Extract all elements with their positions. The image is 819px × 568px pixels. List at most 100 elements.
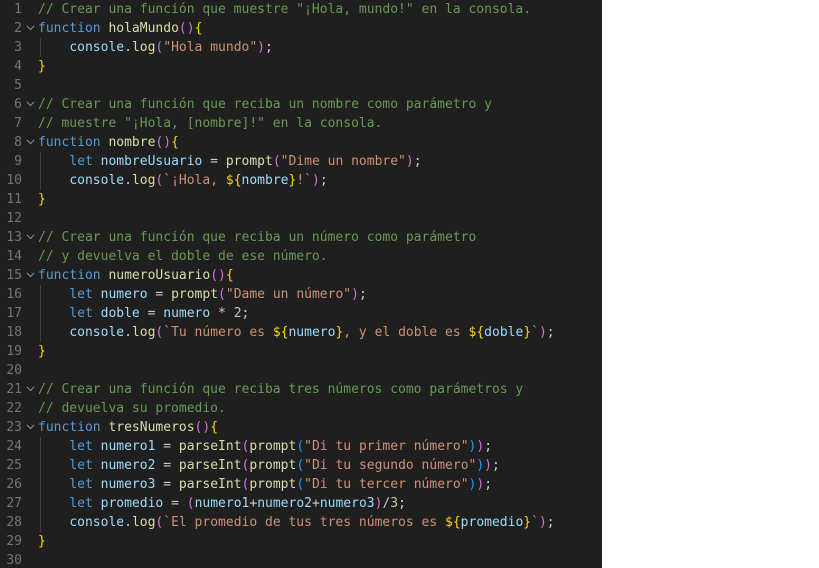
code-line[interactable]: 21 // Crear una función que reciba tres n… (0, 380, 602, 399)
code-line[interactable]: 25 let numero2 = parseInt(prompt("Di tu … (0, 456, 602, 475)
code-token: promedio (460, 515, 524, 530)
line-content[interactable]: } (38, 532, 46, 551)
code-token: numero (100, 287, 148, 302)
line-content[interactable]: } (38, 190, 46, 209)
line-content[interactable]: console.log("Hola mundo"); (38, 38, 273, 57)
code-line[interactable]: 16 let numero = prompt("Dame un número")… (0, 285, 602, 304)
code-line[interactable]: 10 console.log(`¡Hola, ${nombre}!`); (0, 171, 602, 190)
code-token: . (124, 173, 132, 188)
line-content[interactable]: console.log(`El promedio de tus tres núm… (38, 513, 554, 532)
code-line[interactable]: 1 // Crear una función que muestre "¡Hola… (0, 0, 602, 19)
line-content[interactable]: let numero = prompt("Dame un número"); (38, 285, 366, 304)
code-line[interactable]: 5 (0, 76, 602, 95)
chevron-down-icon[interactable] (24, 266, 36, 285)
code-token: } (38, 59, 46, 74)
line-content[interactable]: // Crear una función que reciba un númer… (38, 228, 476, 247)
code-line[interactable]: 8 function nombre(){ (0, 133, 602, 152)
code-line[interactable]: 17 let doble = numero * 2; (0, 304, 602, 323)
code-token: doble (484, 325, 524, 340)
line-content[interactable]: // Crear una función que reciba tres núm… (38, 380, 523, 399)
code-token: ; (484, 439, 493, 454)
code-line[interactable]: 7 // muestre "¡Hola, [nombre]!" en la con… (0, 114, 602, 133)
code-line[interactable]: 22 // devuelva su promedio. (0, 399, 602, 418)
code-editor-pane[interactable]: 1 // Crear una función que muestre "¡Hola… (0, 0, 602, 568)
line-content[interactable]: let doble = numero * 2; (38, 304, 249, 323)
code-token: prompt (171, 287, 219, 302)
code-line[interactable]: 14 // y devuelva el doble de ese número. (0, 247, 602, 266)
code-token: `¡Hola, (163, 173, 226, 188)
line-content[interactable]: let numero3 = parseInt(prompt("Di tu ter… (38, 475, 492, 494)
code-line[interactable]: 11} (0, 190, 602, 209)
code-token: { (194, 21, 203, 36)
line-content[interactable]: // Crear una función que muestre "¡Hola,… (38, 0, 531, 19)
code-token: ; (265, 40, 273, 55)
chevron-down-icon[interactable] (24, 380, 36, 399)
chevron-down-icon[interactable] (24, 19, 36, 38)
code-line[interactable]: 29} (0, 532, 602, 551)
line-content[interactable]: // muestre "¡Hola, [nombre]!" en la cons… (38, 114, 382, 133)
code-token: let (69, 477, 93, 492)
code-line[interactable]: 26 let numero3 = parseInt(prompt("Di tu … (0, 475, 602, 494)
line-number: 20 (6, 363, 22, 378)
line-content[interactable]: // y devuelva el doble de ese número. (38, 247, 328, 266)
code-token: ) (257, 40, 265, 55)
code-token: // Crear una función que reciba tres núm… (38, 382, 524, 397)
code-token: // muestre "¡Hola, [nombre]!" en la cons… (38, 116, 383, 131)
code-line[interactable]: 6 // Crear una función que reciba un nomb… (0, 95, 602, 114)
line-content[interactable]: function tresNumeros(){ (38, 418, 218, 437)
code-token: = (163, 496, 187, 511)
code-line[interactable]: 9 let nombreUsuario = prompt("Dime un no… (0, 152, 602, 171)
line-content[interactable]: function nombre(){ (38, 133, 179, 152)
chevron-down-icon[interactable] (24, 228, 36, 247)
code-line[interactable]: 4} (0, 57, 602, 76)
code-token: ${ (445, 515, 461, 530)
code-token: ) (311, 173, 320, 188)
code-line[interactable]: 20 (0, 361, 602, 380)
code-line[interactable]: 28 console.log(`El promedio de tus tres … (0, 513, 602, 532)
line-content[interactable]: function numeroUsuario(){ (38, 266, 234, 285)
line-content[interactable]: let numero1 = parseInt(prompt("Di tu pri… (38, 437, 492, 456)
code-token: } (38, 344, 46, 359)
line-content[interactable]: let nombreUsuario = prompt("Dime un nomb… (38, 152, 421, 171)
right-blank-panel (602, 0, 819, 568)
code-line[interactable]: 13 // Crear una función que reciba un núm… (0, 228, 602, 247)
code-lines-container[interactable]: 1 // Crear una función que muestre "¡Hola… (0, 0, 602, 568)
code-token: ) (405, 154, 414, 169)
code-line[interactable]: 15 function numeroUsuario(){ (0, 266, 602, 285)
code-token: ( (272, 154, 281, 169)
line-content[interactable]: console.log(`¡Hola, ${nombre}!`); (38, 171, 327, 190)
code-token: ( (218, 287, 226, 302)
line-content[interactable]: let promedio = (numero1+numero2+numero3)… (38, 494, 406, 513)
line-content[interactable]: } (38, 57, 46, 76)
code-line[interactable]: 12 (0, 209, 602, 228)
code-line[interactable]: 23 function tresNumeros(){ (0, 418, 602, 437)
code-token: ; (546, 325, 555, 340)
line-content[interactable]: } (38, 342, 46, 361)
code-line[interactable]: 19} (0, 342, 602, 361)
line-content[interactable]: // devuelva su promedio. (38, 399, 226, 418)
code-line[interactable]: 24 let numero1 = parseInt(prompt("Di tu … (0, 437, 602, 456)
code-line[interactable]: 3 console.log("Hola mundo"); (0, 38, 602, 57)
code-token: ( (296, 458, 305, 473)
line-content[interactable]: let numero2 = parseInt(prompt("Di tu seg… (38, 456, 500, 475)
code-token: prompt (225, 154, 273, 169)
line-content[interactable]: // Crear una función que reciba un nombr… (38, 95, 492, 114)
code-line[interactable]: 2 function holaMundo(){ (0, 19, 602, 38)
code-token: ) (186, 21, 195, 36)
code-token: `Tu número es (163, 325, 273, 340)
code-line[interactable]: 27 let promedio = (numero1+numero2+numer… (0, 494, 602, 513)
line-content[interactable]: console.log(`Tu número es ${numero}, y e… (38, 323, 555, 342)
line-content[interactable]: function holaMundo(){ (38, 19, 202, 38)
code-token: ${ (468, 325, 485, 340)
code-token: ( (186, 496, 195, 511)
chevron-down-icon[interactable] (24, 133, 36, 152)
line-number: 6 (14, 97, 22, 112)
chevron-down-icon[interactable] (24, 418, 36, 437)
code-line[interactable]: 30 (0, 551, 602, 568)
code-line[interactable]: 18 console.log(`Tu número es ${numero}, … (0, 323, 602, 342)
code-token: ( (210, 268, 219, 283)
chevron-down-icon[interactable] (24, 95, 36, 114)
